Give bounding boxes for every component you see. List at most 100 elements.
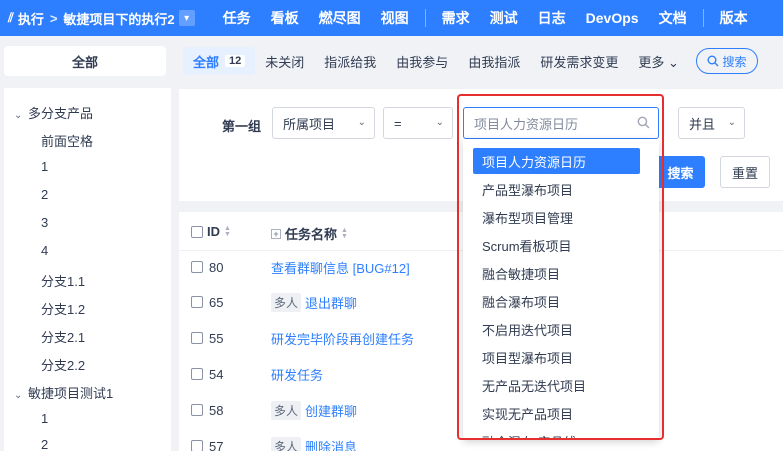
execution-icon: ⫽ xyxy=(8,10,14,25)
task-name-link[interactable]: 查看群聊信息 [BUG#12] xyxy=(271,258,410,277)
tree-item[interactable]: 4 xyxy=(41,243,48,258)
breadcrumb: ⫽ 执行 > 敏捷项目下的执行2 ▾ xyxy=(0,0,195,36)
row-checkbox[interactable] xyxy=(191,261,203,273)
nav-burndown[interactable]: 燃尽图 xyxy=(309,0,371,36)
breadcrumb-separator: > xyxy=(49,10,58,26)
sidebar-all-button[interactable]: 全部 xyxy=(4,46,166,76)
search-button[interactable]: 搜索 xyxy=(656,156,705,188)
nav-task[interactable]: 任务 xyxy=(213,0,261,36)
task-name-link[interactable]: 研发完毕阶段再创建任务 xyxy=(271,329,414,348)
nav-items: 任务 看板 燃尽图 视图 需求 测试 日志 DevOps 文档 版本 xyxy=(213,0,758,36)
dropdown-option[interactable]: Scrum看板项目 xyxy=(473,232,640,258)
dropdown-option[interactable]: 实现无产品项目 xyxy=(473,400,640,426)
dropdown-option[interactable]: 融合敏捷项目 xyxy=(473,260,640,286)
tab-assigned-to-me[interactable]: 指派给我 xyxy=(314,47,386,75)
tree-item-product[interactable]: ⌄ 多分支产品 xyxy=(14,103,93,122)
tree-item[interactable]: 2 xyxy=(41,437,48,451)
column-header-label: 任务名称 xyxy=(285,227,338,242)
value-search-input[interactable]: 项目人力资源日历 xyxy=(463,107,659,139)
table-row[interactable]: 80 查看群聊信息 [BUG#12] xyxy=(191,257,410,277)
tree-item[interactable]: 1 xyxy=(41,159,48,174)
breadcrumb-section[interactable]: 执行 xyxy=(18,9,44,28)
search-toggle-button[interactable]: 搜索 xyxy=(696,48,758,74)
sort-icon[interactable]: ▲ ▼ xyxy=(224,225,231,238)
expand-all-icon[interactable]: + xyxy=(271,228,281,239)
search-toggle-label: 搜索 xyxy=(722,54,747,69)
tab-assigned-by-me[interactable]: 由我指派 xyxy=(458,47,530,75)
dropdown-option[interactable]: 不启用迭代项目 xyxy=(473,316,640,342)
nav-story[interactable]: 需求 xyxy=(432,0,480,36)
nav-divider xyxy=(424,9,426,27)
row-id: 57 xyxy=(209,438,224,451)
tree-item-label: 敏捷项目测试1 xyxy=(28,386,114,401)
task-name-link[interactable]: 多人 创建群聊 xyxy=(271,400,357,420)
table-row[interactable]: 57 多人 删除消息 xyxy=(191,436,357,451)
chevron-down-icon: ⌄ xyxy=(727,117,736,128)
column-header-id[interactable]: ID ▲ ▼ xyxy=(191,224,231,239)
tree-item[interactable]: 分支2.1 xyxy=(41,327,85,346)
dropdown-option[interactable]: 无产品无迭代项目 xyxy=(473,372,640,398)
dropdown-option[interactable]: 项目型瀑布项目 xyxy=(473,344,640,370)
chevron-down-icon: ▾ xyxy=(184,12,190,24)
row-id: 58 xyxy=(209,402,224,418)
tab-story-changed[interactable]: 研发需求变更 xyxy=(530,47,628,75)
task-name: 研发完毕阶段再创建任务 xyxy=(271,331,415,347)
multi-person-tag: 多人 xyxy=(271,292,302,312)
nav-view[interactable]: 视图 xyxy=(371,0,419,36)
column-header-name[interactable]: + 任务名称 ▲ ▼ xyxy=(271,224,348,243)
table-row[interactable]: 65 多人 退出群聊 xyxy=(191,292,357,312)
tab-label: 全部 xyxy=(193,54,220,70)
task-name: 查看群聊信息 [BUG#12] xyxy=(271,260,410,276)
filter-tabs: 全部 12 未关闭 指派给我 由我参与 由我指派 研发需求变更 更多 ⌄ xyxy=(183,46,689,76)
top-nav: ⫽ 执行 > 敏捷项目下的执行2 ▾ 任务 看板 燃尽图 视图 需求 测试 日志… xyxy=(0,0,783,36)
column-header-label: ID xyxy=(207,224,220,239)
row-checkbox[interactable] xyxy=(191,332,203,344)
task-name-link[interactable]: 多人 退出群聊 xyxy=(271,292,357,312)
project-switch-button[interactable]: ▾ xyxy=(178,10,195,26)
task-name-link[interactable]: 多人 删除消息 xyxy=(271,436,357,451)
tab-unclosed[interactable]: 未关闭 xyxy=(255,47,314,75)
nav-kanban[interactable]: 看板 xyxy=(261,0,309,36)
nav-release[interactable]: 版本 xyxy=(710,0,758,36)
tree-item[interactable]: 分支1.2 xyxy=(41,299,85,318)
sort-icon[interactable]: ▲ ▼ xyxy=(341,227,348,240)
tree-item[interactable]: 1 xyxy=(41,411,48,426)
tab-more[interactable]: 更多 ⌄ xyxy=(628,47,689,75)
tree-item[interactable]: 分支1.1 xyxy=(41,271,85,290)
row-checkbox[interactable] xyxy=(191,368,203,380)
task-name-link[interactable]: 研发任务 xyxy=(271,365,323,384)
reset-button[interactable]: 重置 xyxy=(720,156,770,188)
row-checkbox[interactable] xyxy=(191,404,203,416)
table-row[interactable]: 55 研发完毕阶段再创建任务 xyxy=(191,328,414,348)
table-row[interactable]: 58 多人 创建群聊 xyxy=(191,400,357,420)
tree-item-project[interactable]: ⌄ 敏捷项目测试1 xyxy=(14,383,113,402)
dropdown-option[interactable]: 产品型瀑布项目 xyxy=(473,176,640,202)
operator-select[interactable]: = ⌄ xyxy=(383,107,453,139)
select-all-checkbox[interactable] xyxy=(191,225,203,238)
nav-doc[interactable]: 文档 xyxy=(649,0,697,36)
tree-item-label: 多分支产品 xyxy=(28,106,94,121)
tree-item[interactable]: 2 xyxy=(41,187,48,202)
search-icon xyxy=(707,55,719,67)
row-checkbox[interactable] xyxy=(191,296,203,308)
logic-select[interactable]: 并且 ⌄ xyxy=(678,107,745,139)
tree-item[interactable]: 3 xyxy=(41,215,48,230)
tab-all[interactable]: 全部 12 xyxy=(183,47,256,75)
nav-devops[interactable]: DevOps xyxy=(576,0,649,36)
breadcrumb-project[interactable]: 敏捷项目下的执行2 xyxy=(63,9,174,28)
row-checkbox[interactable] xyxy=(191,440,203,451)
field-select[interactable]: 所属项目 ⌄ xyxy=(272,107,375,139)
chevron-down-icon: ⌄ xyxy=(357,117,366,128)
tree-item[interactable]: 分支2.2 xyxy=(41,355,85,374)
dropdown-option[interactable]: 瀑布型项目管理 xyxy=(473,204,640,230)
dropdown-option[interactable]: 融合瀑布项目 xyxy=(473,288,640,314)
nav-log[interactable]: 日志 xyxy=(528,0,576,36)
dropdown-option-selected[interactable]: 项目人力资源日历 xyxy=(473,148,640,174)
tree-item[interactable]: 前面空格 xyxy=(41,131,93,150)
chevron-down-icon[interactable]: ⌄ xyxy=(14,390,28,401)
tab-involved[interactable]: 由我参与 xyxy=(386,47,458,75)
nav-test[interactable]: 测试 xyxy=(480,0,528,36)
table-row[interactable]: 54 研发任务 xyxy=(191,364,323,384)
chevron-down-icon[interactable]: ⌄ xyxy=(14,110,28,121)
dropdown-option[interactable]: 融合瀑布 产品线 xyxy=(473,428,640,441)
